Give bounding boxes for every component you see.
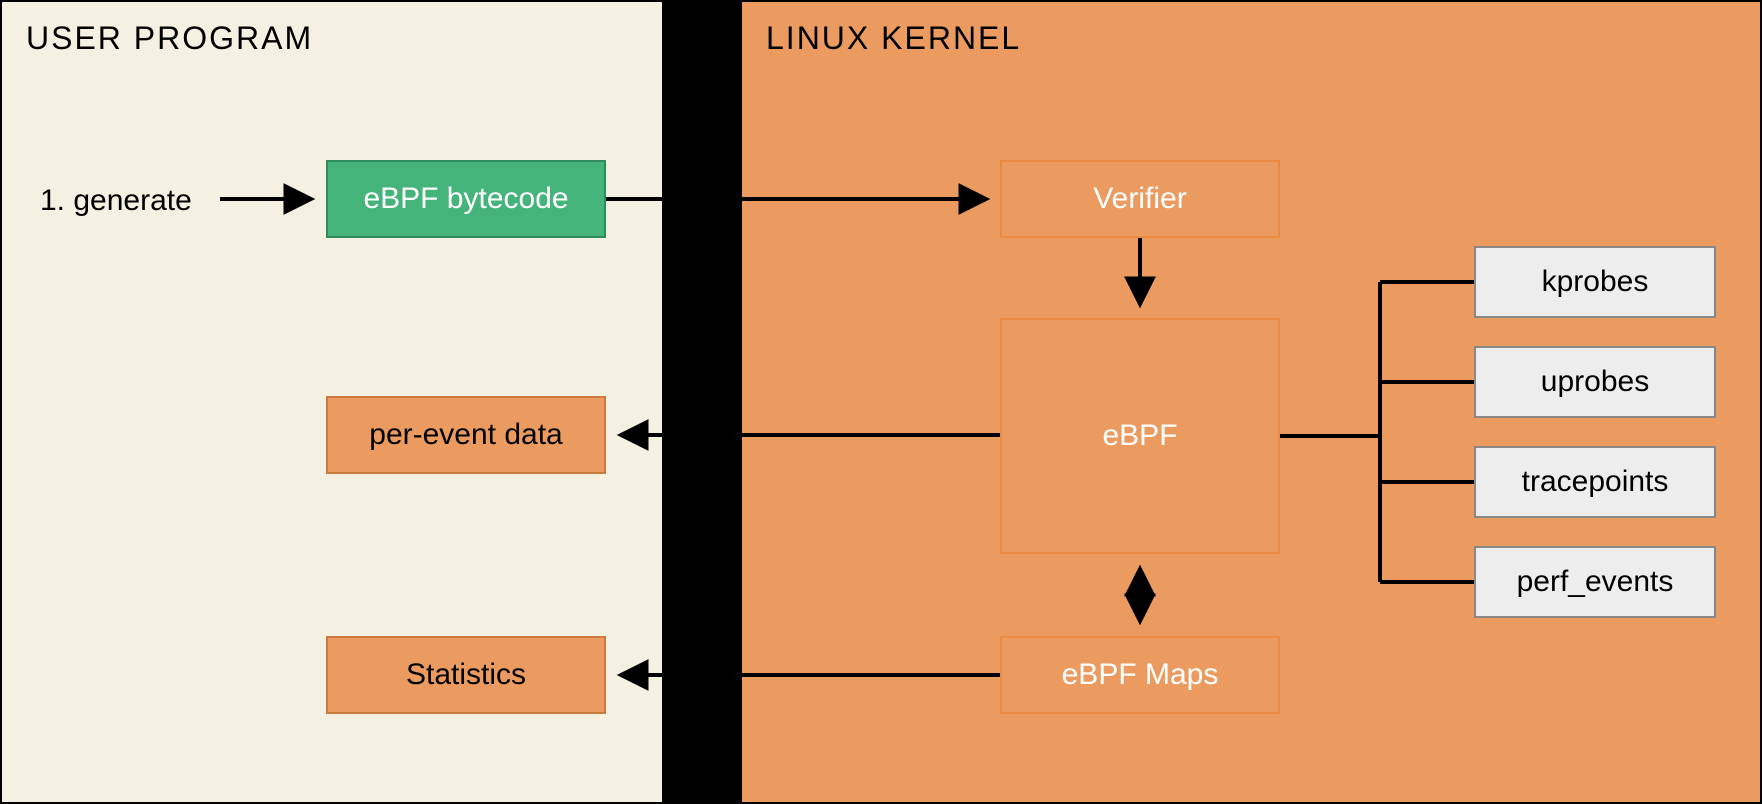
ebpf-bytecode-box: eBPF bytecode	[326, 160, 606, 238]
perf-events-box: perf_events	[1474, 546, 1716, 618]
kprobes-box: kprobes	[1474, 246, 1716, 318]
ebpf-box: eBPF	[1000, 318, 1280, 554]
ebpf-maps-box: eBPF Maps	[1000, 636, 1280, 714]
generate-step-label: 1. generate	[40, 184, 192, 218]
uprobes-box: uprobes	[1474, 346, 1716, 418]
per-event-data-box: per-event data	[326, 396, 606, 474]
statistics-box: Statistics	[326, 636, 606, 714]
verifier-box: Verifier	[1000, 160, 1280, 238]
tracepoints-box: tracepoints	[1474, 446, 1716, 518]
linux-kernel-title: LINUX KERNEL	[766, 20, 1021, 57]
user-program-title: USER PROGRAM	[26, 20, 313, 57]
